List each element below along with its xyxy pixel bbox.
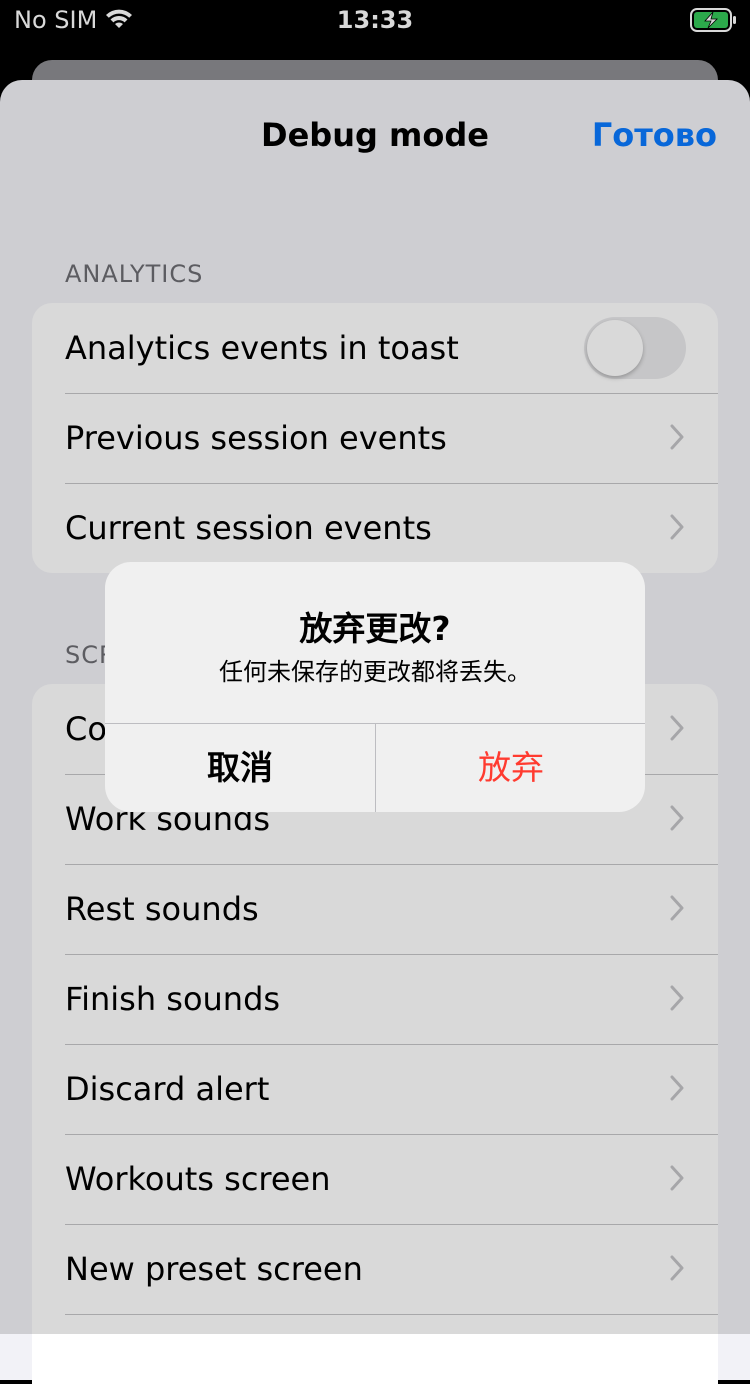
- discard-changes-alert: 放弃更改? 任何未保存的更改都将丢失。 取消 放弃: [105, 562, 645, 812]
- discard-button[interactable]: 放弃: [376, 724, 645, 812]
- cancel-button[interactable]: 取消: [105, 724, 375, 812]
- alert-message: 任何未保存的更改都将丢失。: [219, 658, 531, 686]
- alert-title: 放弃更改?: [299, 609, 451, 648]
